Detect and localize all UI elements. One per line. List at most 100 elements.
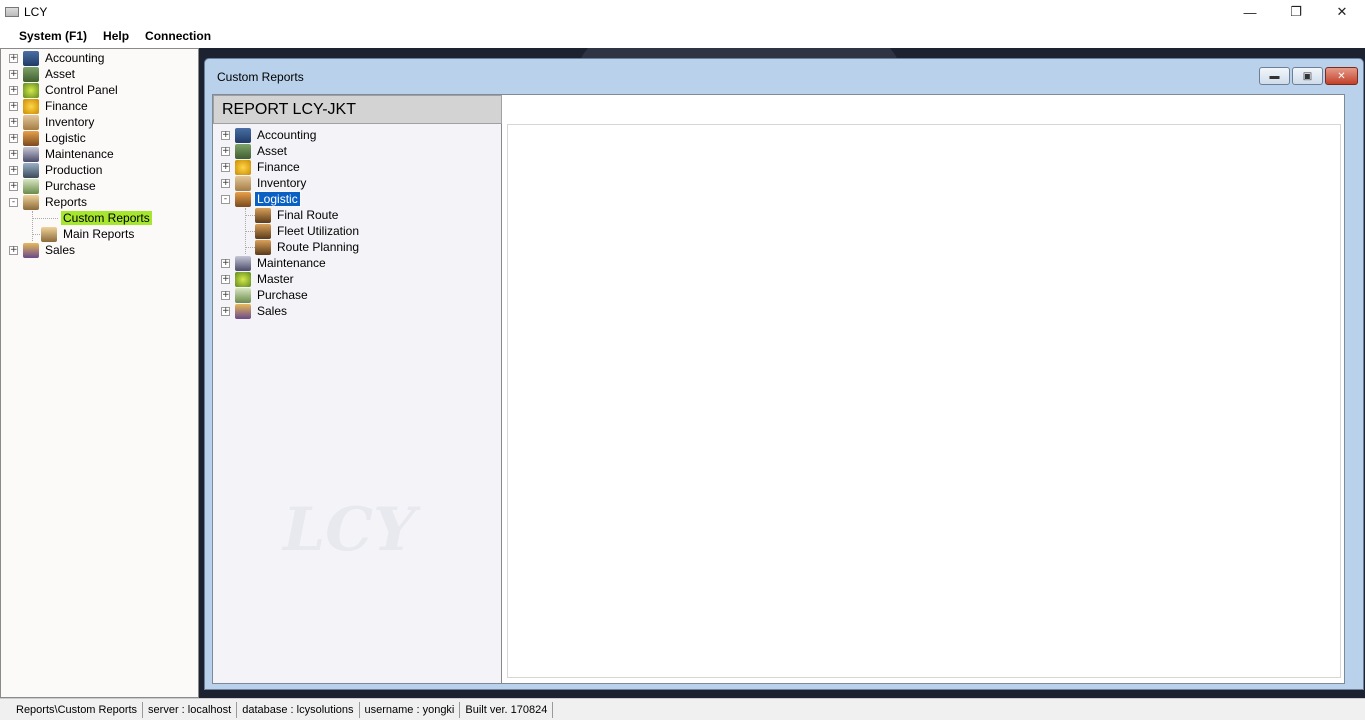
maintenance-icon [235,255,251,271]
route-icon [255,207,271,223]
expand-icon[interactable]: + [9,133,18,143]
tree-node-custom-reports[interactable]: Custom Reports [61,210,152,226]
expand-icon[interactable]: + [221,274,230,284]
tree-node-asset[interactable]: + Asset [9,66,77,82]
tree-node-label[interactable]: Logistic [43,131,88,145]
tree-node-label[interactable]: Sales [43,243,77,257]
window-controls: — ❐ ✕ [1227,0,1365,24]
logistic-icon [235,191,251,207]
expand-icon[interactable]: + [9,165,18,175]
tree-connector-line [245,215,255,216]
restore-button[interactable]: ❐ [1273,0,1319,24]
tree-node-maintenance[interactable]: + Maintenance [9,146,116,162]
tree-node-final-route[interactable]: Final Route [255,207,340,223]
tree-node-control-panel[interactable]: + Control Panel [9,82,120,98]
tree-node-label[interactable]: Asset [43,67,77,81]
expand-icon[interactable]: + [221,162,230,172]
expand-icon[interactable]: + [221,130,230,140]
tree-node-label[interactable]: Accounting [255,128,318,142]
expand-icon[interactable]: + [9,117,18,127]
report-header: REPORT LCY-JKT [213,95,502,124]
tree-node-label[interactable]: Accounting [43,51,106,65]
tree-node-label[interactable]: Maintenance [255,256,328,270]
tree-node-label[interactable]: Main Reports [61,227,136,241]
expand-icon[interactable]: + [9,85,18,95]
tree-node-accounting[interactable]: + Accounting [221,127,318,143]
status-path: Reports\Custom Reports [11,701,144,718]
tree-node-label[interactable]: Purchase [255,288,310,302]
menu-help[interactable]: Help [95,29,137,43]
expand-icon[interactable]: + [9,245,18,255]
title-bar: LCY — ❐ ✕ [0,0,1365,24]
tree-node-label[interactable]: Reports [43,195,89,209]
tree-node-asset[interactable]: + Asset [221,143,289,159]
mdi-minimize-button[interactable]: ▬ [1259,67,1290,85]
tree-node-logistic[interactable]: + Logistic [9,130,88,146]
menu-connection[interactable]: Connection [137,29,219,43]
app-icon[interactable] [5,7,19,17]
expand-icon[interactable]: + [9,53,18,63]
expand-icon[interactable]: + [221,178,230,188]
mdi-close-button[interactable]: ✕ [1325,67,1358,85]
tree-node-finance[interactable]: + Finance [221,159,302,175]
mdi-window-title: Custom Reports [217,70,304,84]
tree-node-label[interactable]: Custom Reports [61,211,152,225]
tree-node-sales[interactable]: + Sales [9,242,77,258]
control-panel-icon [23,82,39,98]
expand-icon[interactable]: + [221,146,230,156]
finance-icon [235,159,251,175]
tree-node-inventory[interactable]: + Inventory [221,175,308,191]
tree-node-logistic[interactable]: - Logistic [221,191,301,207]
expand-icon[interactable]: + [9,101,18,111]
close-button[interactable]: ✕ [1319,0,1365,24]
tree-node-label[interactable]: Purchase [43,179,98,193]
tree-node-sales[interactable]: + Sales [221,303,289,319]
tree-node-accounting[interactable]: + Accounting [9,50,106,66]
tree-node-label[interactable]: Route Planning [275,240,361,254]
mdi-window-controls: ▬ ▣ ✕ [1259,67,1358,85]
tree-node-label[interactable]: Finance [43,99,90,113]
tree-connector-line [32,211,33,241]
expand-icon[interactable]: + [221,290,230,300]
tree-node-label[interactable]: Fleet Utilization [275,224,361,238]
tree-node-label[interactable]: Master [255,272,296,286]
collapse-icon[interactable]: - [9,197,18,207]
tree-node-label[interactable]: Sales [255,304,289,318]
expand-icon[interactable]: + [9,181,18,191]
tree-node-label[interactable]: Final Route [275,208,340,222]
tree-node-label[interactable]: Asset [255,144,289,158]
master-icon [235,271,251,287]
tree-node-master[interactable]: + Master [221,271,296,287]
menu-bar: System (F1) Help Connection [0,24,1365,48]
mdi-maximize-button[interactable]: ▣ [1292,67,1323,85]
tree-node-main-reports[interactable]: Main Reports [41,226,136,242]
tree-node-label[interactable]: Inventory [43,115,96,129]
tree-node-label[interactable]: Production [43,163,104,177]
tree-node-fleet-utilization[interactable]: Fleet Utilization [255,223,361,239]
tree-node-label[interactable]: Maintenance [43,147,116,161]
tree-node-label[interactable]: Inventory [255,176,308,190]
tree-node-reports[interactable]: - Reports [9,194,89,210]
tree-node-label[interactable]: Logistic [254,191,301,207]
collapse-icon[interactable]: - [221,194,230,204]
tree-connector-line [32,218,58,219]
tree-node-purchase[interactable]: + Purchase [9,178,98,194]
expand-icon[interactable]: + [9,69,18,79]
tree-node-purchase[interactable]: + Purchase [221,287,310,303]
expand-icon[interactable]: + [221,306,230,316]
accounting-icon [23,50,39,66]
tree-node-label[interactable]: Control Panel [43,83,120,97]
tree-node-finance[interactable]: + Finance [9,98,90,114]
tree-node-route-planning[interactable]: Route Planning [255,239,361,255]
minimize-button[interactable]: — [1227,0,1273,24]
tree-node-maintenance[interactable]: + Maintenance [221,255,328,271]
tree-node-inventory[interactable]: + Inventory [9,114,96,130]
tree-node-label[interactable]: Finance [255,160,302,174]
accounting-icon [235,127,251,143]
report-viewer[interactable] [507,124,1341,678]
expand-icon[interactable]: + [9,149,18,159]
menu-system[interactable]: System (F1) [11,29,95,43]
status-username: username : yongki [360,701,461,718]
tree-node-production[interactable]: + Production [9,162,104,178]
expand-icon[interactable]: + [221,258,230,268]
